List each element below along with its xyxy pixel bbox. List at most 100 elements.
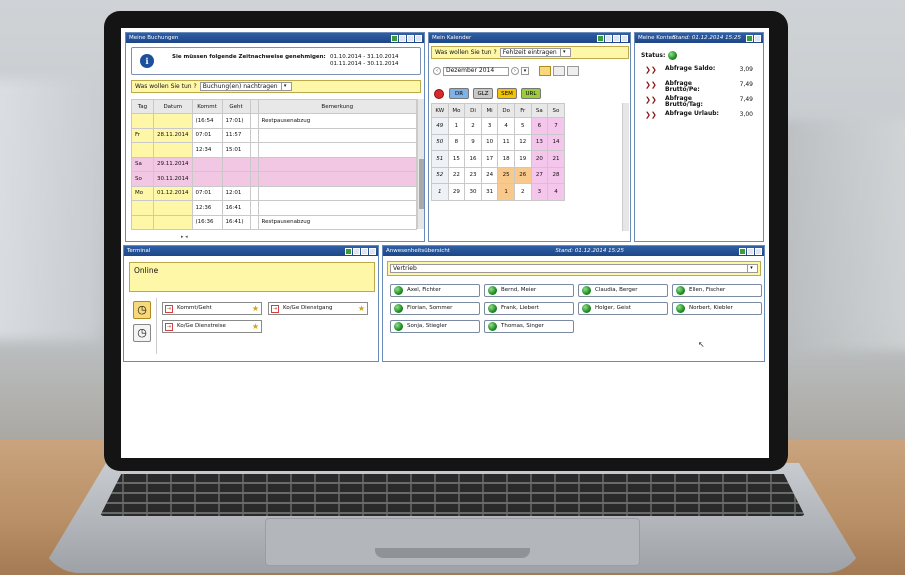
calendar-day[interactable]: 1: [447, 117, 466, 135]
calendar-day[interactable]: 5: [513, 117, 532, 135]
calendar-scrollbar[interactable]: [622, 103, 629, 231]
calendar-day[interactable]: 9: [464, 133, 482, 151]
help-icon[interactable]: [754, 34, 761, 42]
person-status[interactable]: Sonja, Stiegler: [390, 320, 480, 333]
minimize-icon[interactable]: [369, 247, 376, 255]
table-row[interactable]: (16:36 16:41) Restpausenabzug: [131, 214, 417, 230]
hscroll-arrows[interactable]: ▸ ◂: [181, 234, 188, 240]
column-header[interactable]: Kommt: [191, 99, 223, 114]
calendar-day[interactable]: 14: [547, 133, 565, 151]
calendar-day[interactable]: 24: [480, 166, 499, 184]
calendar-day[interactable]: 4: [547, 183, 565, 201]
delete-icon[interactable]: [434, 89, 444, 99]
department-select[interactable]: Vertrieb ▾: [390, 264, 758, 273]
help-icon[interactable]: [361, 247, 368, 255]
table-row[interactable]: 12:34 15:01: [131, 142, 417, 158]
calendar-day[interactable]: 13: [530, 133, 549, 151]
dropdown-icon[interactable]: ▾: [521, 67, 529, 75]
calendar-day[interactable]: 4: [497, 117, 515, 135]
column-header[interactable]: Bemerkung: [257, 99, 417, 114]
konto-row[interactable]: ❯❯ Abfrage Brutto/Tag: 7,49: [645, 96, 757, 110]
column-header[interactable]: Datum: [153, 99, 193, 114]
calendar-day[interactable]: 23: [464, 166, 482, 184]
table-scrollbar[interactable]: [417, 99, 424, 229]
month-select[interactable]: Dezember 2014: [443, 66, 509, 76]
table-row[interactable]: (16:54 17:01) Restpausenabzug: [131, 113, 417, 129]
calendar-day[interactable]: 1: [497, 183, 515, 201]
minimize-icon[interactable]: [621, 34, 628, 42]
konto-row[interactable]: ❯❯ Abfrage Urlaub: 3,00: [645, 111, 757, 125]
refresh-icon[interactable]: [597, 34, 604, 42]
period-2[interactable]: 01.11.2014 - 30.11.2014: [330, 61, 398, 67]
calendar-day[interactable]: 10: [480, 133, 499, 151]
clock-icon[interactable]: ◷: [133, 301, 151, 319]
window-icon[interactable]: [353, 247, 360, 255]
calendar-day[interactable]: 29: [447, 183, 466, 201]
calendar-day[interactable]: 8: [447, 133, 466, 151]
calendar-day[interactable]: 28: [547, 166, 565, 184]
refresh-icon[interactable]: [746, 34, 753, 42]
table-row[interactable]: 12:36 16:41: [131, 200, 417, 216]
action-select[interactable]: Buchung(en) nachtragen ▾: [199, 82, 292, 91]
calendar-day[interactable]: 20: [530, 150, 549, 168]
calendar-day[interactable]: 25: [497, 166, 515, 184]
konto-row[interactable]: ❯❯ Abfrage Brutto/Pe: 7,49: [645, 81, 757, 95]
calendar-day[interactable]: 11: [497, 133, 515, 151]
help-icon[interactable]: [747, 247, 754, 255]
refresh-icon[interactable]: [391, 34, 398, 42]
calendar-day[interactable]: 31: [480, 183, 499, 201]
kalender-action-select[interactable]: Fehlzeit eintragen ▾: [499, 48, 571, 57]
person-status[interactable]: Ellen, Fischer: [672, 284, 762, 297]
dienstreise-button[interactable]: ⇥ Ko/Ge Dienstreise ★: [162, 320, 262, 333]
calendar-day[interactable]: 27: [530, 166, 549, 184]
person-status[interactable]: Thomas, Singer: [484, 320, 574, 333]
calendar-day[interactable]: 15: [447, 150, 466, 168]
month-view-icon[interactable]: [553, 66, 565, 76]
window-icon[interactable]: [605, 34, 612, 42]
calendar-day[interactable]: 17: [480, 150, 499, 168]
help-icon[interactable]: [407, 34, 414, 42]
person-status[interactable]: Holger, Geist: [578, 302, 668, 315]
period-1[interactable]: 01.10.2014 - 31.10.2014: [330, 54, 398, 60]
refresh-icon[interactable]: [345, 247, 352, 255]
calendar-day[interactable]: 22: [447, 166, 466, 184]
person-status[interactable]: Bernd, Meier: [484, 284, 574, 297]
calendar-day[interactable]: 6: [530, 117, 549, 135]
calendar-day[interactable]: 30: [464, 183, 482, 201]
person-status[interactable]: Norbert, Kiebler: [672, 302, 762, 315]
calendar-day[interactable]: 2: [464, 117, 482, 135]
dienstgang-button[interactable]: ⇥ Ko/Ge Dienstgang ★: [268, 302, 368, 315]
column-header[interactable]: Geht: [221, 99, 251, 114]
absence-button-dr[interactable]: DR: [449, 88, 469, 99]
star-icon[interactable]: ★: [252, 321, 259, 332]
person-status[interactable]: Frank, Liebert: [484, 302, 574, 315]
star-icon[interactable]: ★: [358, 303, 365, 314]
minimize-icon[interactable]: [755, 247, 762, 255]
calendar-day[interactable]: 3: [480, 117, 499, 135]
calendar-day[interactable]: 26: [513, 166, 532, 184]
calendar-day[interactable]: 18: [497, 150, 515, 168]
absence-button-glz[interactable]: GLZ: [473, 88, 493, 99]
table-row[interactable]: Fr 28.11.2014 07:01 11:57: [131, 127, 417, 143]
absence-button-url[interactable]: URL: [521, 88, 541, 99]
star-icon[interactable]: ★: [252, 303, 259, 314]
calendar-day[interactable]: 19: [513, 150, 532, 168]
calendar-day[interactable]: 16: [464, 150, 482, 168]
refresh-icon[interactable]: [739, 247, 746, 255]
calendar-day[interactable]: 2: [513, 183, 532, 201]
next-month-icon[interactable]: ›: [511, 67, 519, 75]
table-row[interactable]: Mo 01.12.2014 07:01 12:01: [131, 185, 417, 201]
table-row[interactable]: So 30.11.2014: [131, 171, 417, 187]
edit-icon[interactable]: [567, 66, 579, 76]
prev-month-icon[interactable]: ‹: [433, 67, 441, 75]
calendar-day[interactable]: 3: [530, 183, 549, 201]
calendar-day[interactable]: 12: [513, 133, 532, 151]
kommt-geht-button[interactable]: ⇥ Kommt/Geht ★: [162, 302, 262, 315]
help-icon[interactable]: [613, 34, 620, 42]
calendar-day[interactable]: 7: [547, 117, 565, 135]
person-status[interactable]: Axel, Fichter: [390, 284, 480, 297]
person-status[interactable]: Claudia, Berger: [578, 284, 668, 297]
clock-history-icon[interactable]: ◷: [133, 324, 151, 342]
absence-button-sem[interactable]: SEM: [497, 88, 517, 99]
person-status[interactable]: Florian, Sommer: [390, 302, 480, 315]
